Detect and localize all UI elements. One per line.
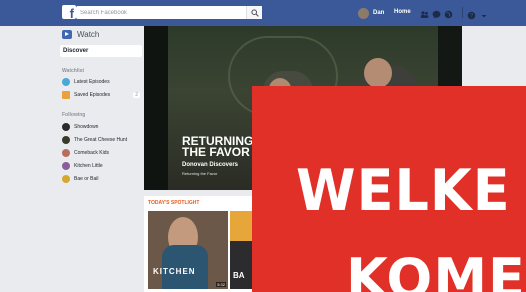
avatar [358,7,369,19]
video-duration: 5:32 [216,282,226,287]
sidebar-item-latest-episodes[interactable]: Latest Episodes [62,77,140,87]
banner-text-line: KOME [346,247,526,292]
search-icon [251,9,259,17]
person-image [364,58,392,88]
sidebar-item-label: Saved Episodes [74,92,111,98]
latest-episodes-icon [62,78,70,86]
video-caption: KITCHEN [153,267,196,276]
banner-text-line: WELKE [296,157,511,224]
search-button[interactable] [246,6,262,19]
watch-title: Watch [77,30,100,39]
spotlight-video-card[interactable]: KITCHEN 5:32 [148,211,228,289]
notification-icons [420,6,453,19]
sidebar-item-bae-or-bail[interactable]: Bae or Bail [62,174,140,184]
facebook-logo[interactable]: f [62,5,76,21]
friend-requests-icon[interactable] [420,6,429,18]
watchlist-label: Watchlist [62,68,85,74]
featured-show-name: Returning the Favor [182,171,218,176]
page: f Dan Home [0,0,526,292]
sidebar-item-label: Kitchen Little [74,163,103,169]
cheese-hunt-page-icon [62,136,70,144]
saved-count-badge: 2 [133,92,140,98]
previous-video-thumbnail[interactable] [144,26,168,190]
sidebar-item-the-great-cheese-hunt[interactable]: The Great Cheese Hunt [62,135,140,145]
globe-notifications-icon[interactable] [444,6,453,19]
featured-episode-title: Donovan Discovers [182,162,239,168]
watch-header[interactable]: Watch [62,30,99,39]
top-navigation-bar: f Dan Home [0,0,526,26]
user-name: Dan [373,10,385,16]
sidebar-item-label: Bae or Bail [74,176,99,182]
kitchen-little-page-icon [62,162,70,170]
bae-or-bail-page-icon [62,175,70,183]
red-overlay-banner: WELKE KOME [252,86,526,292]
sidebar-item-label: Comeback Kids [74,150,110,156]
following-label: Following [62,112,86,118]
sidebar-item-comeback-kids[interactable]: Comeback Kids [62,148,140,158]
video-caption: BA [233,271,245,280]
sidebar-item-saved-episodes[interactable]: Saved Episodes 2 [62,90,140,100]
sidebar-item-label: Latest Episodes [74,79,110,85]
sidebar-item-showdown[interactable]: Showdown [62,122,140,132]
sidebar-item-label: The Great Cheese Hunt [74,137,128,143]
comeback-kids-page-icon [62,149,70,157]
home-link[interactable]: Home [394,9,411,15]
search-input[interactable] [80,6,240,19]
watch-icon [62,30,72,39]
account-menu-chevron-down-icon[interactable] [480,7,488,25]
nav-divider [462,7,463,18]
sidebar-item-discover[interactable]: Discover [60,45,142,57]
quick-help-icon[interactable]: ? [467,7,476,25]
search-box[interactable] [76,6,262,19]
bookmark-icon [62,91,70,99]
showdown-page-icon [62,123,70,131]
sidebar-item-kitchen-little[interactable]: Kitchen Little [62,161,140,171]
messenger-icon[interactable] [432,6,441,19]
section-title: TODAY'S SPOTLIGHT [148,200,200,206]
profile-link[interactable]: Dan [358,7,384,19]
sidebar-item-label: Showdown [74,124,99,130]
